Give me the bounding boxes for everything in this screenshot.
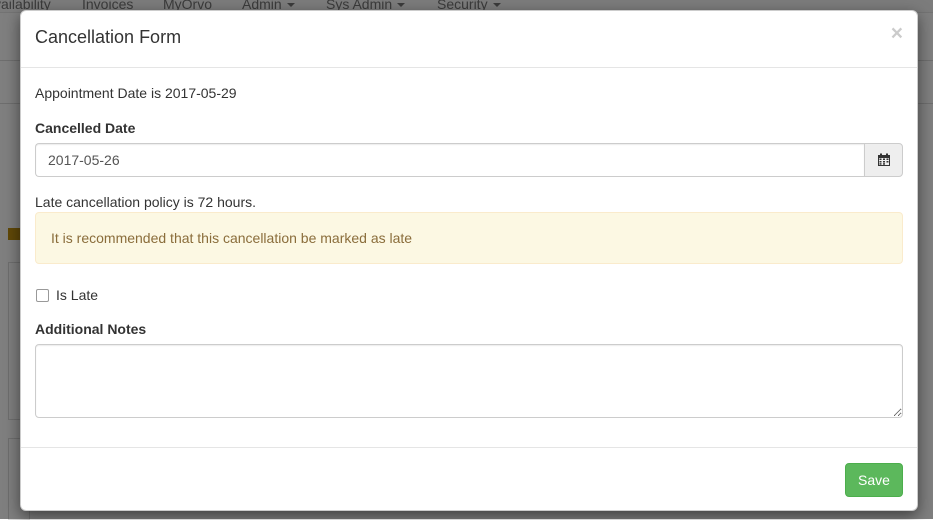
calendar-button[interactable] (864, 143, 903, 177)
cancellation-modal: Cancellation Form × Appointment Date is … (20, 10, 918, 511)
close-button[interactable]: × (891, 23, 903, 44)
cancelled-date-input[interactable] (35, 143, 864, 177)
is-late-checkbox[interactable] (36, 288, 49, 302)
modal-footer: Save (21, 447, 917, 511)
late-warning-alert: It is recommended that this cancellation… (35, 212, 903, 264)
modal-title: Cancellation Form (35, 27, 182, 47)
is-late-label[interactable]: Is Late (56, 287, 98, 303)
appointment-date-text: Appointment Date is 2017-05-29 (35, 85, 237, 101)
is-late-row[interactable]: Is Late (35, 287, 98, 303)
late-policy-text: Late cancellation policy is 72 hours. (35, 194, 257, 210)
cancelled-date-label: Cancelled Date (35, 120, 136, 136)
additional-notes-textarea[interactable] (35, 344, 903, 418)
additional-notes-label: Additional Notes (35, 321, 147, 337)
late-warning-text: It is recommended that this cancellation… (51, 230, 413, 246)
modal-header: Cancellation Form × (21, 11, 917, 68)
modal-body: Appointment Date is 2017-05-29 Cancelled… (21, 68, 917, 448)
calendar-icon (877, 153, 890, 166)
cancelled-date-group (35, 143, 903, 177)
save-button[interactable]: Save (845, 463, 903, 497)
